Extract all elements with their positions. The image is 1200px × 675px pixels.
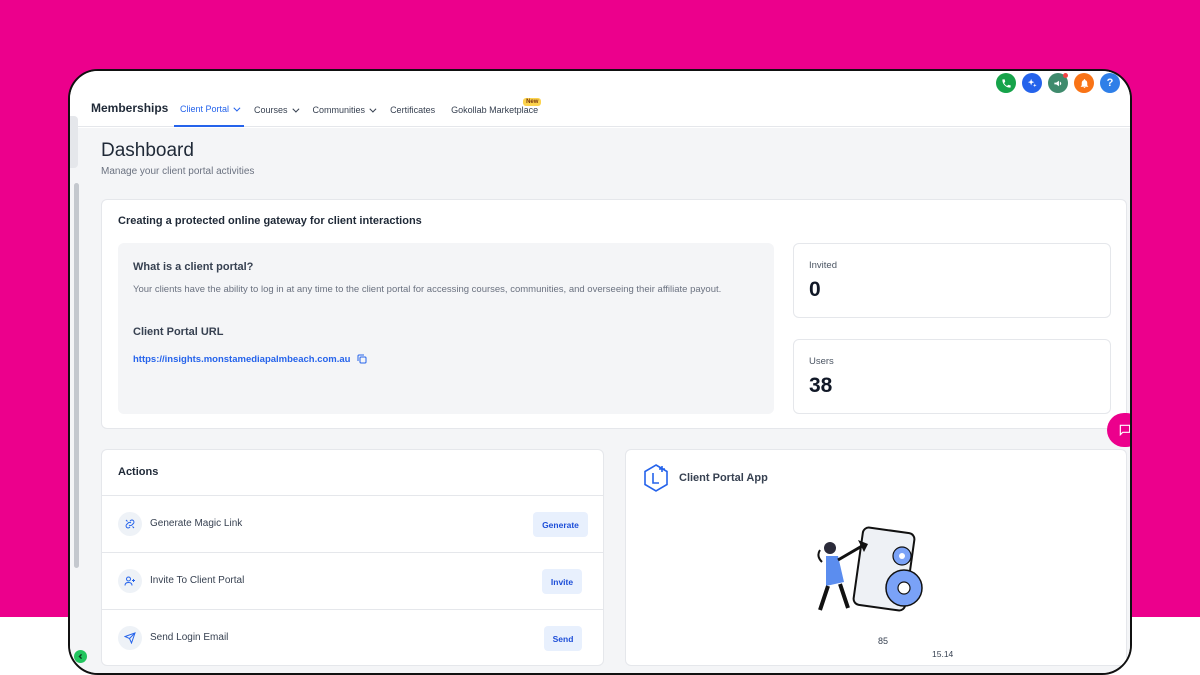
stat-label: Users bbox=[809, 356, 834, 367]
nav-label: Gokollab Marketplace bbox=[451, 105, 539, 115]
actions-title: Actions bbox=[118, 466, 159, 478]
action-row-invite: Invite To Client Portal Invite bbox=[102, 552, 603, 609]
new-badge: New bbox=[523, 98, 542, 106]
header-icons: ? bbox=[996, 73, 1120, 93]
action-row-login-email: Send Login Email Send bbox=[102, 609, 603, 666]
copy-icon[interactable] bbox=[356, 353, 368, 365]
action-label: Invite To Client Portal bbox=[150, 575, 245, 586]
top-navigation-bar: Memberships Client Portal Courses Commun… bbox=[70, 71, 1130, 127]
send-icon bbox=[118, 626, 142, 650]
chat-widget-button[interactable] bbox=[1107, 413, 1130, 447]
nav-gokollab-marketplace[interactable]: Gokollab Marketplace New bbox=[445, 93, 544, 127]
stat-users: Users 38 bbox=[793, 339, 1111, 414]
app-card-title: Client Portal App bbox=[679, 472, 768, 484]
action-label: Generate Magic Link bbox=[150, 518, 243, 529]
scrollbar[interactable] bbox=[74, 183, 79, 568]
nav-label: Client Portal bbox=[180, 104, 230, 114]
client-portal-app-card: Client Portal App 85 15.14 bbox=[625, 449, 1127, 666]
app-value-a: 85 bbox=[878, 636, 889, 646]
main-content: Dashboard Manage your client portal acti… bbox=[70, 116, 1130, 673]
app-window: Memberships Client Portal Courses Commun… bbox=[68, 69, 1132, 675]
stat-label: Invited bbox=[809, 260, 837, 271]
url-heading: Client Portal URL bbox=[133, 326, 224, 338]
link-icon bbox=[118, 512, 142, 536]
invite-button[interactable]: Invite bbox=[542, 569, 582, 594]
action-row-magic-link: Generate Magic Link Generate bbox=[102, 495, 603, 552]
stat-invited: Invited 0 bbox=[793, 243, 1111, 318]
chevron-down-icon bbox=[369, 105, 377, 113]
main-nav: Client Portal Courses Communities Certif… bbox=[174, 93, 548, 127]
overview-card: Creating a protected online gateway for … bbox=[101, 199, 1127, 429]
stat-value: 0 bbox=[809, 278, 821, 301]
sparkle-icon[interactable] bbox=[1022, 73, 1042, 93]
client-portal-url[interactable]: https://insights.monstamediapalmbeach.co… bbox=[133, 353, 368, 365]
help-glyph: ? bbox=[1106, 77, 1114, 89]
nav-client-portal[interactable]: Client Portal bbox=[174, 93, 245, 127]
url-link[interactable]: https://insights.monstamediapalmbeach.co… bbox=[133, 354, 350, 365]
client-portal-info: What is a client portal? Your clients ha… bbox=[118, 243, 774, 414]
nav-certificates[interactable]: Certificates bbox=[384, 93, 441, 127]
nav-communities[interactable]: Communities bbox=[307, 93, 381, 127]
app-illustration bbox=[817, 526, 923, 612]
help-icon[interactable]: ? bbox=[1100, 73, 1120, 93]
phone-icon[interactable] bbox=[996, 73, 1016, 93]
nav-courses[interactable]: Courses bbox=[248, 93, 303, 127]
app-value-b: 15.14 bbox=[932, 649, 954, 659]
app-logo-icon bbox=[644, 464, 668, 492]
actions-card: Actions Generate Magic Link Generate Inv… bbox=[101, 449, 604, 666]
info-text: Your clients have the ability to log in … bbox=[133, 284, 722, 295]
sidebar-collapse-handle[interactable] bbox=[70, 116, 78, 168]
bell-icon[interactable] bbox=[1074, 73, 1094, 93]
page-title: Dashboard bbox=[101, 140, 194, 161]
info-heading: What is a client portal? bbox=[133, 261, 254, 273]
nav-label: Certificates bbox=[390, 105, 436, 115]
generate-button[interactable]: Generate bbox=[533, 512, 588, 537]
chat-icon bbox=[1119, 424, 1130, 437]
overview-title: Creating a protected online gateway for … bbox=[118, 215, 422, 227]
chevron-down-icon bbox=[291, 105, 299, 113]
page-subtitle: Manage your client portal activities bbox=[101, 166, 255, 177]
chevron-left-icon bbox=[78, 653, 83, 660]
brand-title: Memberships bbox=[91, 101, 169, 115]
nav-label: Courses bbox=[254, 105, 288, 115]
action-label: Send Login Email bbox=[150, 632, 229, 643]
notification-dot bbox=[1063, 73, 1068, 78]
user-add-icon bbox=[118, 569, 142, 593]
stat-value: 38 bbox=[809, 374, 833, 397]
chevron-down-icon bbox=[233, 104, 241, 112]
expand-sidebar-button[interactable] bbox=[74, 650, 87, 663]
megaphone-icon[interactable] bbox=[1048, 73, 1068, 93]
nav-label: Communities bbox=[312, 105, 366, 115]
send-button[interactable]: Send bbox=[544, 626, 582, 651]
